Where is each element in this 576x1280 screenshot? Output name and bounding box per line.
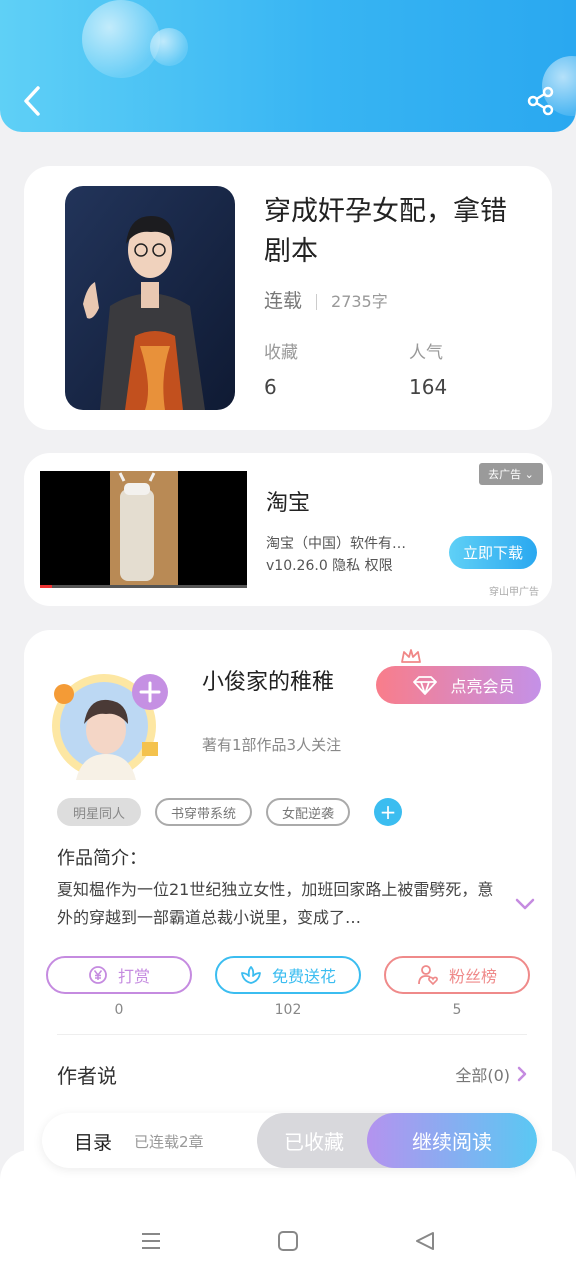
ad-close-label: 去广告 — [488, 468, 522, 481]
author-name: 小俊家的稚稚 — [202, 670, 335, 695]
chevron-down-icon — [515, 898, 535, 910]
book-word-count: 2735字 — [331, 292, 388, 311]
intro-text: 夏知榅作为一位21世纪独立女性，加班回家路上被雷劈死，意外的穿越到一部霸道总裁小… — [57, 880, 494, 927]
back-button[interactable] — [18, 84, 48, 118]
toc-status: 已连载2章 — [134, 1133, 204, 1151]
tag-item[interactable]: 书穿带系统 — [155, 798, 253, 826]
diamond-icon — [413, 676, 438, 695]
header-bubble-decoration — [150, 28, 188, 66]
collect-value: 6 — [264, 375, 277, 399]
ad-video[interactable] — [40, 471, 247, 588]
bottom-action-bar: 目录 已连载2章 已收藏 继续阅读 — [42, 1113, 537, 1168]
back-nav-button[interactable] — [414, 1230, 436, 1256]
fans-count: 5 — [452, 1002, 462, 1018]
flower-icon — [241, 966, 261, 984]
flower-count: 102 — [274, 1002, 302, 1018]
ad-source-label: 穿山甲广告 — [489, 587, 539, 598]
share-icon — [527, 86, 554, 116]
plus-icon: + — [379, 800, 397, 824]
tag-item[interactable]: 明星同人 — [57, 798, 142, 826]
cover-image — [65, 186, 235, 410]
tag-item[interactable]: 女配逆袭 — [266, 798, 351, 826]
ad-description: 淘宝（中国）软件有… v10.26.0 隐私 权限 — [266, 533, 436, 577]
chevron-left-icon — [24, 86, 40, 116]
reward-button[interactable]: 打赏 — [46, 956, 192, 994]
expand-intro-button[interactable] — [514, 896, 536, 915]
author-avatar[interactable] — [48, 668, 174, 780]
book-title: 穿成奸孕女配，拿错剧本 — [264, 196, 507, 267]
yen-coin-icon — [89, 966, 107, 984]
divider — [316, 293, 318, 310]
avatar-image — [52, 674, 168, 780]
ad-desc-line1: 淘宝（中国）软件有… — [266, 536, 406, 552]
header — [0, 0, 576, 132]
send-flower-label: 免费送花 — [271, 967, 336, 986]
toc-button[interactable]: 目录 — [74, 1128, 112, 1155]
bottom-sheet-background — [0, 1150, 576, 1280]
author-says-all-label: 全部(0) — [455, 1066, 510, 1085]
collect-label: 收藏 — [264, 343, 298, 363]
square-icon — [278, 1231, 298, 1251]
ad-desc-line2: v10.26.0 隐私 权限 — [266, 558, 393, 574]
header-bubble-decoration — [82, 0, 160, 78]
crown-icon — [401, 649, 421, 663]
menu-icon — [142, 1233, 160, 1249]
chevron-right-icon — [517, 1066, 527, 1082]
collect-stat: 收藏 6 — [264, 338, 298, 399]
author-card: 小俊家的稚稚 点亮会员 著有1部作品3人关注 明星同人 书穿带系统 女配逆袭 +… — [24, 630, 552, 1190]
book-status-line: 连载 2735字 — [264, 286, 388, 313]
send-flower-button[interactable]: 免费送花 — [215, 956, 361, 994]
ad-video-frame — [40, 471, 247, 588]
popularity-value: 164 — [409, 375, 448, 399]
ad-close-button[interactable]: 去广告 ⌄ — [479, 463, 543, 485]
author-says-label: 作者说 — [57, 1064, 117, 1088]
vip-button[interactable]: 点亮会员 — [376, 666, 541, 704]
add-tag-button[interactable]: + — [374, 798, 403, 826]
author-meta: 著有1部作品3人关注 — [202, 736, 342, 754]
tag-list: 明星同人 书穿带系统 女配逆袭 + — [57, 798, 403, 826]
fans-ranking-button[interactable]: 粉丝榜 — [384, 956, 530, 994]
intro-label: 作品简介： — [57, 848, 147, 869]
reward-label: 打赏 — [117, 967, 150, 986]
fans-ranking-label: 粉丝榜 — [448, 967, 497, 986]
ad-download-button[interactable]: 立即下载 — [449, 536, 537, 569]
reward-count: 0 — [114, 1002, 124, 1018]
continue-reading-button[interactable]: 继续阅读 — [367, 1113, 537, 1168]
user-heart-icon — [418, 965, 438, 986]
book-status: 连载 — [264, 290, 303, 312]
vip-label: 点亮会员 — [450, 677, 515, 696]
ad-title: 淘宝 — [266, 491, 311, 516]
popularity-label: 人气 — [409, 343, 443, 363]
book-info-card: 穿成奸孕女配，拿错剧本 连载 2735字 收藏 6 人气 164 — [24, 166, 552, 430]
menu-nav-button[interactable] — [140, 1230, 162, 1256]
author-says-all-link[interactable]: 全部(0) — [455, 1062, 528, 1086]
triangle-back-icon — [416, 1232, 434, 1250]
ad-card[interactable]: 去广告 ⌄ 淘宝 淘宝（中国）软件有… v10.26.0 隐私 权限 立即下载 … — [24, 453, 552, 606]
divider — [57, 1034, 527, 1035]
home-nav-button[interactable] — [277, 1230, 299, 1256]
share-button[interactable] — [526, 86, 556, 116]
popularity-stat: 人气 164 — [409, 338, 447, 399]
book-cover[interactable] — [65, 186, 235, 410]
